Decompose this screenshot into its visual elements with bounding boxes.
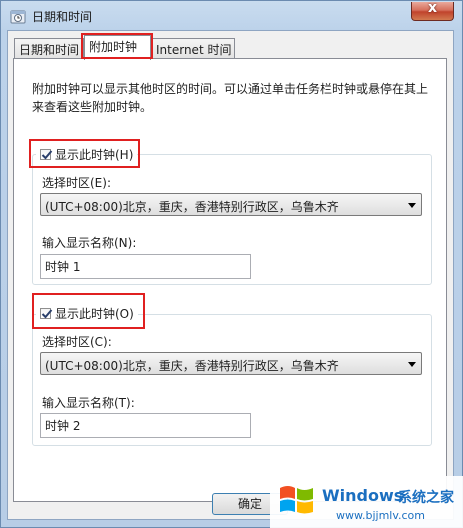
watermark-site-name: 系统之家 [398, 490, 454, 506]
clock2-name-input[interactable] [45, 418, 245, 432]
dropdown-arrow-icon [408, 362, 416, 367]
tab-highlight-box [81, 33, 153, 59]
title-bar[interactable]: 日期和时间 x [1, 0, 462, 31]
clock2-name-label: 输入显示名称(T): [42, 396, 135, 410]
clock2-name-field[interactable] [40, 413, 251, 438]
dropdown-arrow-icon [408, 203, 416, 208]
description-text: 附加时钟可以显示其他时区的时间。可以通过单击任务栏时钟或悬停在其上来查看这些附加… [32, 82, 429, 114]
clock2-timezone-label: 选择时区(C): [42, 335, 112, 349]
clock-icon [10, 10, 26, 24]
tab-internet-time[interactable]: Internet 时间 [151, 38, 235, 58]
watermark-brand: Windows [322, 486, 404, 505]
close-button[interactable]: x [411, 0, 454, 21]
watermark: Windows 系统之家 www.bjjmlv.com [270, 476, 463, 528]
clock1-name-label: 输入显示名称(N): [42, 236, 137, 250]
watermark-url: www.bjjmlv.com [336, 509, 425, 522]
clock1-timezone-label: 选择时区(E): [42, 176, 111, 190]
clock1-timezone-select[interactable]: (UTC+08:00)北京，重庆，香港特别行政区，乌鲁木齐 [40, 193, 422, 216]
clock1-name-field[interactable] [40, 254, 251, 279]
clock1-highlight-box [29, 139, 140, 168]
clock2-timezone-select[interactable]: (UTC+08:00)北京，重庆，香港特别行政区，乌鲁木齐 [40, 352, 422, 375]
close-icon: x [427, 0, 438, 16]
windows-logo-icon [280, 486, 313, 514]
window-title: 日期和时间 [32, 10, 93, 24]
tab-date-time[interactable]: 日期和时间 [14, 38, 84, 58]
clock1-timezone-value: (UTC+08:00)北京，重庆，香港特别行政区，乌鲁木齐 [45, 200, 339, 214]
clock1-name-input[interactable] [45, 259, 245, 273]
clock2-highlight-box [32, 293, 145, 329]
clock2-timezone-value: (UTC+08:00)北京，重庆，香港特别行政区，乌鲁木齐 [45, 359, 339, 373]
